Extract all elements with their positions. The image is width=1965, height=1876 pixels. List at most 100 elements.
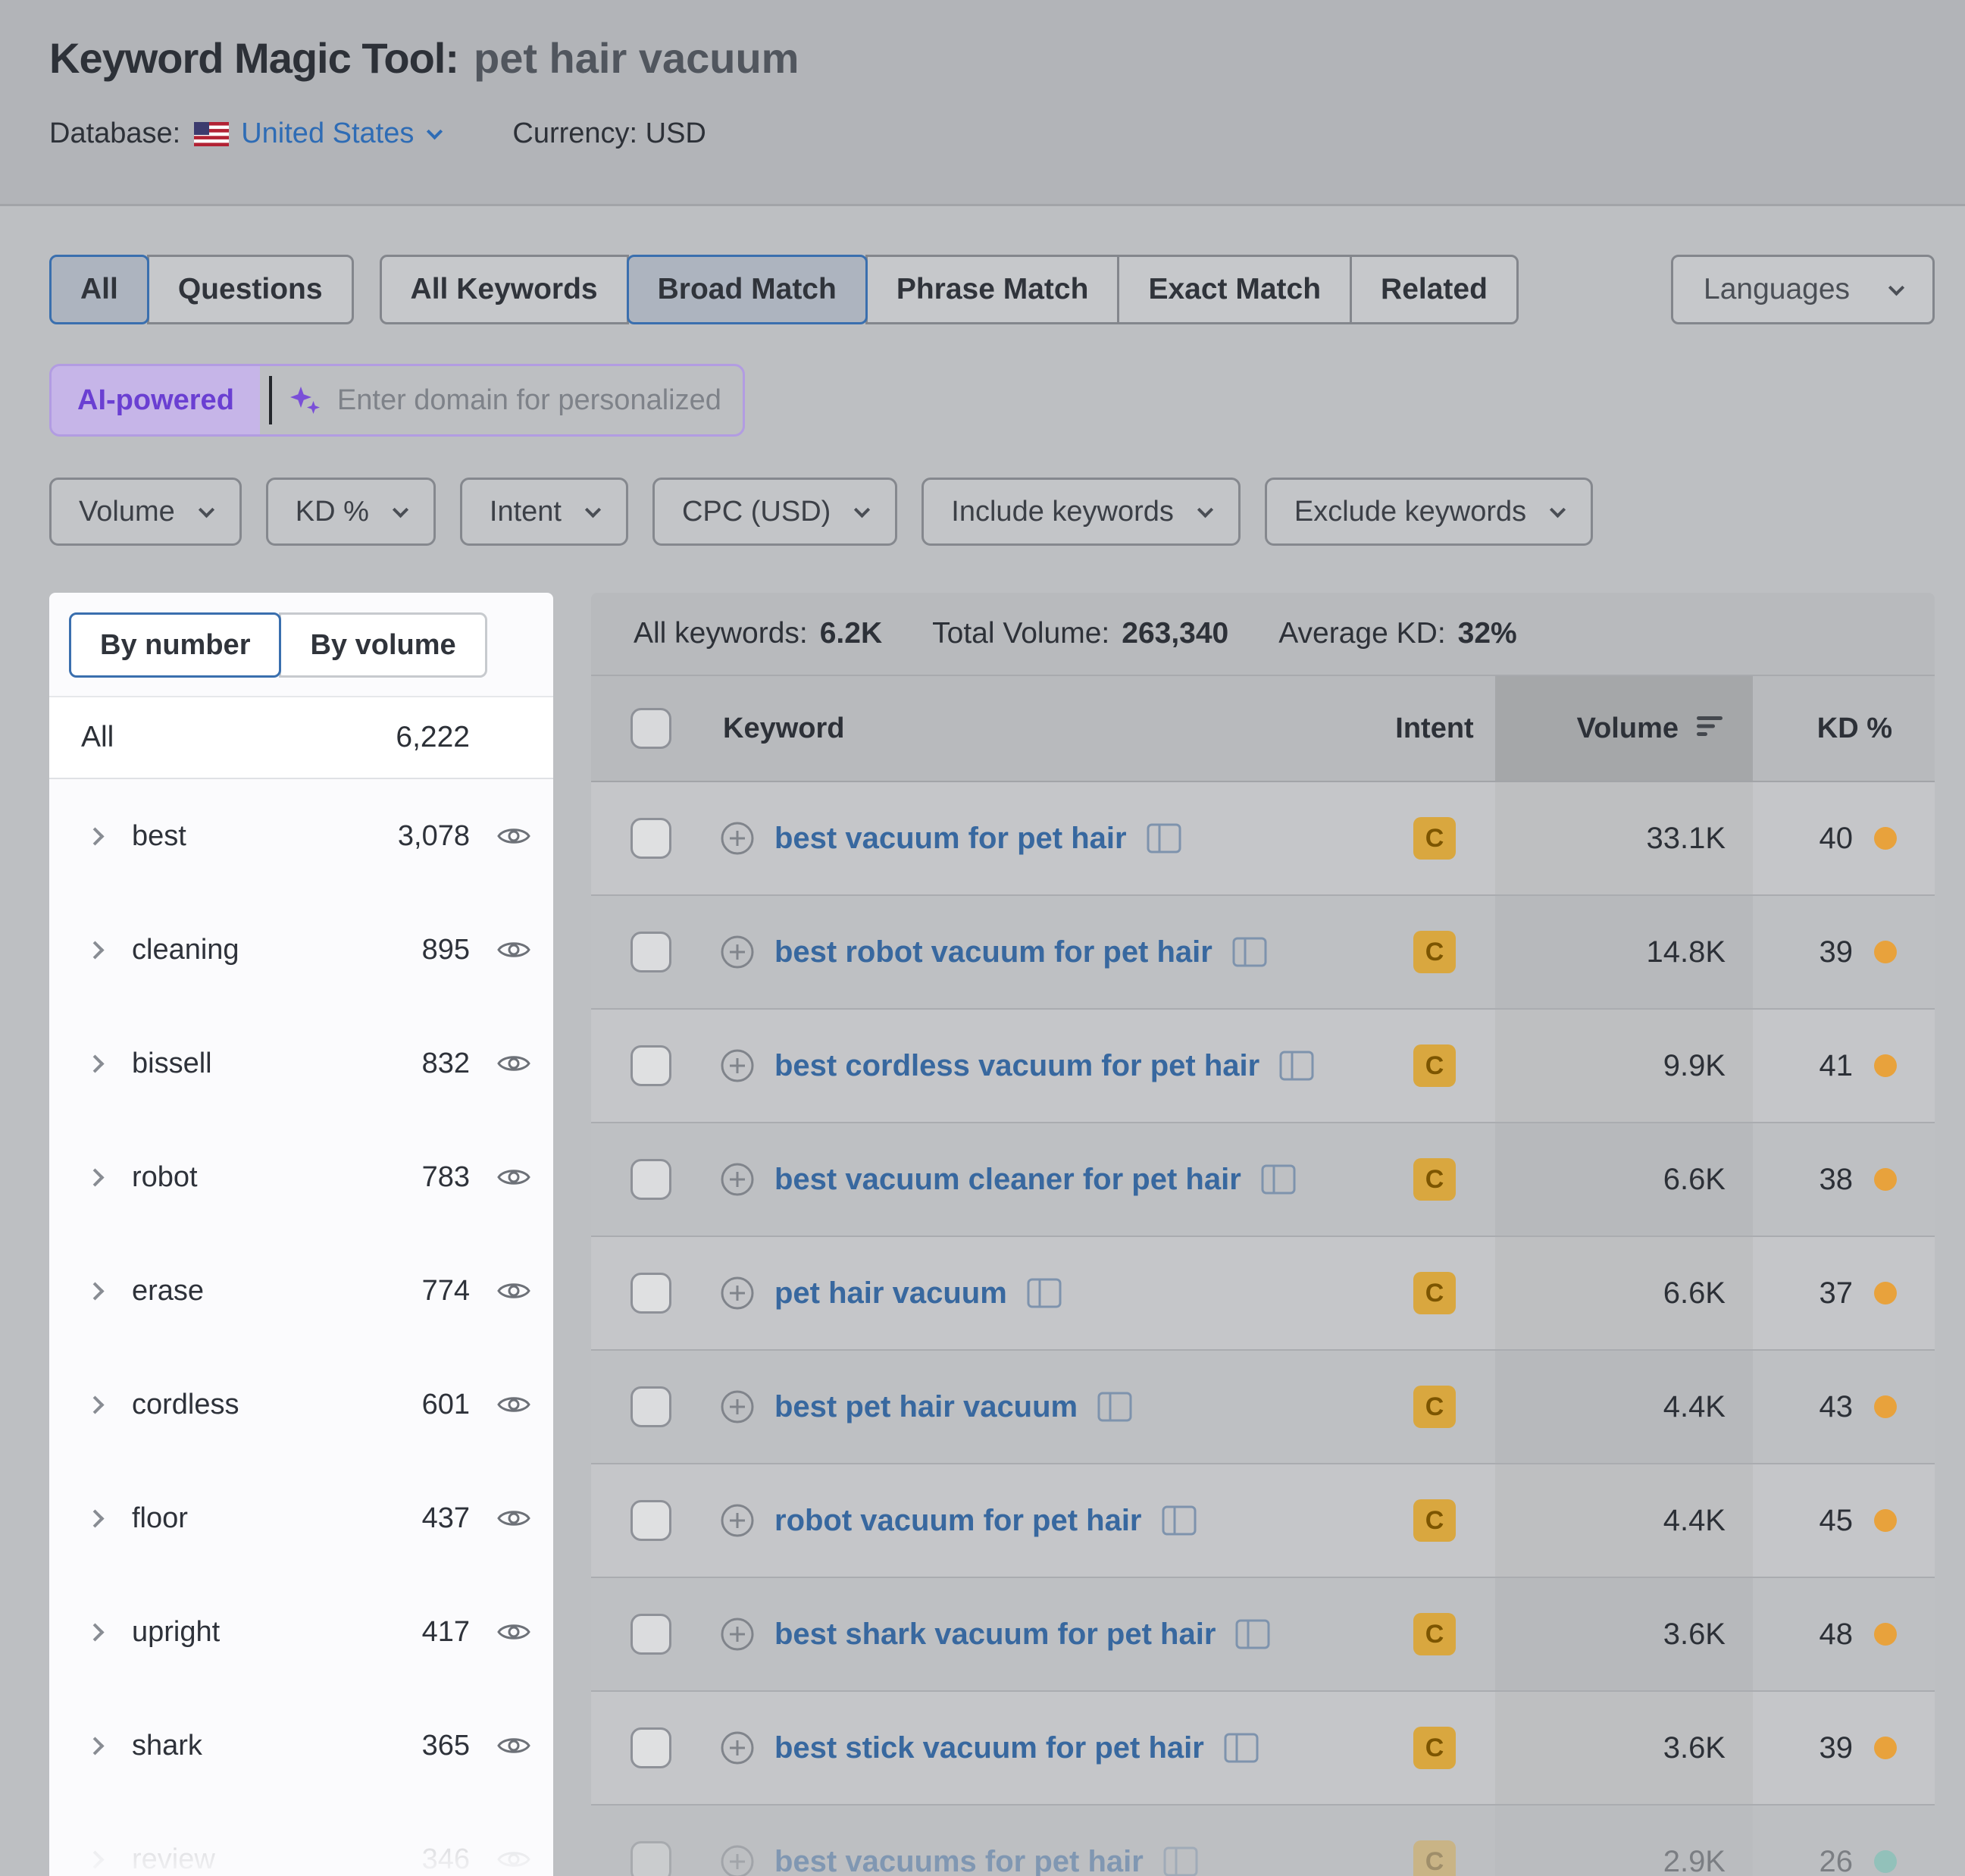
row-checkbox[interactable] (630, 1841, 671, 1876)
keyword-link[interactable]: best vacuums for pet hair (774, 1845, 1144, 1876)
plus-circle-icon[interactable] (720, 1503, 755, 1538)
serp-features-icon[interactable] (1224, 1733, 1259, 1763)
keyword-link[interactable]: best vacuum cleaner for pet hair (774, 1163, 1241, 1197)
serp-features-icon[interactable] (1162, 1505, 1197, 1536)
domain-input[interactable] (337, 384, 720, 417)
serp-features-icon[interactable] (1147, 823, 1181, 853)
filter-kd[interactable]: KD % (266, 478, 436, 546)
keyword-link[interactable]: best shark vacuum for pet hair (774, 1618, 1216, 1652)
sidebar-group-row[interactable]: best 3,078 (49, 779, 553, 893)
kd-dot (1874, 1168, 1897, 1191)
eye-icon[interactable] (497, 1166, 530, 1189)
serp-features-icon[interactable] (1232, 937, 1267, 967)
row-checkbox[interactable] (630, 1273, 671, 1314)
filter-cpc[interactable]: CPC (USD) (652, 478, 897, 546)
eye-icon[interactable] (497, 1507, 530, 1530)
sidebar-group-row[interactable]: floor 437 (49, 1461, 553, 1575)
eye-icon[interactable] (497, 938, 530, 961)
row-checkbox[interactable] (630, 1045, 671, 1086)
plus-circle-icon[interactable] (720, 1389, 755, 1424)
keyword-link[interactable]: best robot vacuum for pet hair (774, 935, 1212, 969)
sidebar-group-row[interactable]: cordless 601 (49, 1348, 553, 1461)
filter-exclude-keywords[interactable]: Exclude keywords (1265, 478, 1593, 546)
eye-icon[interactable] (497, 1621, 530, 1643)
sidebar-all-count: 6,222 (379, 721, 470, 754)
eye-icon[interactable] (497, 825, 530, 847)
kd-value: 39 (1820, 935, 1854, 969)
keyword-link[interactable]: best vacuum for pet hair (774, 822, 1127, 856)
eye-icon[interactable] (497, 1848, 530, 1871)
languages-dropdown[interactable]: Languages (1671, 255, 1935, 324)
tab-phrase-match[interactable]: Phrase Match (865, 255, 1120, 324)
row-checkbox[interactable] (630, 1614, 671, 1655)
chevron-right-icon[interactable] (86, 1737, 104, 1755)
keyword-link[interactable]: best stick vacuum for pet hair (774, 1731, 1204, 1765)
tab-questions[interactable]: Questions (147, 255, 354, 324)
serp-features-icon[interactable] (1163, 1846, 1198, 1876)
plus-circle-icon[interactable] (720, 935, 755, 969)
filter-volume[interactable]: Volume (49, 478, 242, 546)
eye-icon[interactable] (497, 1279, 530, 1302)
keyword-cell: best vacuum for pet hair (705, 782, 1374, 894)
serp-features-icon[interactable] (1097, 1392, 1132, 1422)
keyword-link[interactable]: pet hair vacuum (774, 1276, 1007, 1311)
sidebar-group-row[interactable]: erase 774 (49, 1234, 553, 1348)
serp-features-icon[interactable] (1279, 1051, 1314, 1081)
sidebar-group-row[interactable]: upright 417 (49, 1575, 553, 1689)
keyword-link[interactable]: best cordless vacuum for pet hair (774, 1049, 1259, 1083)
plus-circle-icon[interactable] (720, 1844, 755, 1876)
eye-icon[interactable] (497, 1393, 530, 1416)
chevron-right-icon[interactable] (86, 1509, 104, 1527)
keyword-link[interactable]: robot vacuum for pet hair (774, 1504, 1142, 1538)
row-checkbox[interactable] (630, 932, 671, 972)
chevron-right-icon[interactable] (86, 1054, 104, 1073)
plus-circle-icon[interactable] (720, 1730, 755, 1765)
serp-features-icon[interactable] (1261, 1164, 1296, 1195)
eye-icon[interactable] (497, 1734, 530, 1757)
kd-dot (1874, 1623, 1897, 1646)
row-checkbox[interactable] (630, 1500, 671, 1541)
row-checkbox[interactable] (630, 818, 671, 859)
keyword-link[interactable]: best pet hair vacuum (774, 1390, 1078, 1424)
eye-icon[interactable] (497, 1052, 530, 1075)
filter-intent[interactable]: Intent (460, 478, 628, 546)
plus-circle-icon[interactable] (720, 821, 755, 856)
chevron-right-icon[interactable] (86, 1623, 104, 1641)
chevron-right-icon[interactable] (86, 1168, 104, 1186)
row-checkbox[interactable] (630, 1386, 671, 1427)
header-checkbox-cell (591, 676, 705, 781)
filter-include-keywords[interactable]: Include keywords (921, 478, 1241, 546)
chevron-right-icon[interactable] (86, 1395, 104, 1414)
plus-circle-icon[interactable] (720, 1276, 755, 1311)
plus-circle-icon[interactable] (720, 1162, 755, 1197)
toggle-by-volume[interactable]: By volume (279, 612, 487, 678)
sidebar-all-row[interactable]: All 6,222 (49, 696, 553, 779)
sidebar-group-row[interactable]: robot 783 (49, 1120, 553, 1234)
sidebar-group-row[interactable]: bissell 832 (49, 1007, 553, 1120)
tab-related[interactable]: Related (1350, 255, 1519, 324)
row-checkbox[interactable] (630, 1159, 671, 1200)
sidebar-group-row[interactable]: shark 365 (49, 1689, 553, 1802)
chevron-right-icon[interactable] (86, 1850, 104, 1868)
toggle-by-number[interactable]: By number (69, 612, 281, 678)
row-checkbox-cell (591, 1237, 705, 1349)
column-header-kd[interactable]: KD % (1753, 676, 1935, 781)
database-selector[interactable]: United States (241, 117, 440, 150)
tab-all[interactable]: All (49, 255, 149, 324)
chevron-right-icon[interactable] (86, 827, 104, 845)
plus-circle-icon[interactable] (720, 1617, 755, 1652)
row-checkbox[interactable] (630, 1727, 671, 1768)
serp-features-icon[interactable] (1027, 1278, 1062, 1308)
row-checkbox-cell (591, 1123, 705, 1236)
column-header-volume[interactable]: Volume (1495, 676, 1753, 781)
select-all-checkbox[interactable] (630, 708, 671, 749)
tab-broad-match[interactable]: Broad Match (627, 255, 868, 324)
sidebar-group-row[interactable]: review 346 (49, 1802, 553, 1876)
sidebar-group-row[interactable]: cleaning 895 (49, 893, 553, 1007)
chevron-right-icon[interactable] (86, 941, 104, 959)
plus-circle-icon[interactable] (720, 1048, 755, 1083)
tab-exact-match[interactable]: Exact Match (1117, 255, 1352, 324)
tab-all-keywords[interactable]: All Keywords (380, 255, 629, 324)
serp-features-icon[interactable] (1235, 1619, 1270, 1649)
chevron-right-icon[interactable] (86, 1282, 104, 1300)
